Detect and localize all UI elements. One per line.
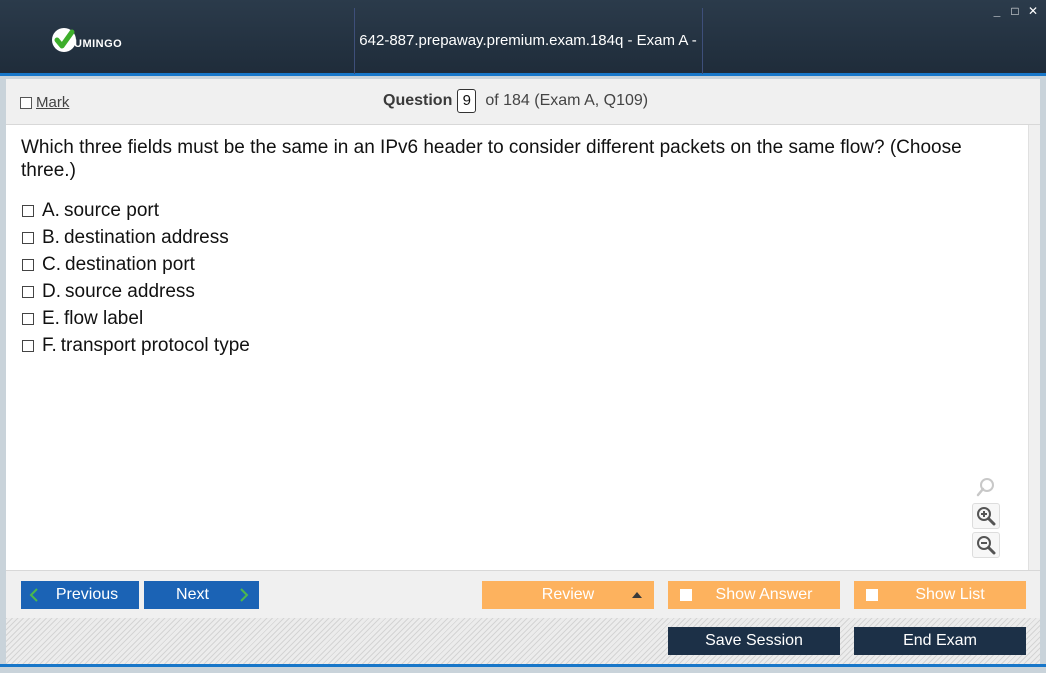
minimize-button[interactable]: _ — [990, 4, 1004, 18]
maximize-button[interactable]: □ — [1008, 4, 1022, 18]
answer-option-a[interactable]: A. source port — [22, 197, 250, 224]
answer-letter: B. — [42, 226, 60, 248]
end-exam-label: End Exam — [903, 632, 977, 649]
window-controls: _ □ ✕ — [990, 4, 1040, 18]
question-text: Which three fields must be the same in a… — [21, 137, 962, 181]
answer-text: source port — [63, 199, 159, 221]
footer-bar: Save Session End Exam — [6, 618, 1040, 664]
question-content: Which three fields must be the same in a… — [6, 125, 1028, 570]
save-session-button[interactable]: Save Session — [668, 627, 840, 655]
vertical-scrollbar[interactable] — [1028, 125, 1040, 570]
show-answer-label: Show Answer — [715, 586, 813, 603]
title-bar: UMINGO 642-887.prepaway.premium.exam.184… — [0, 0, 1046, 131]
window-bottom-border — [0, 664, 1046, 673]
caret-up-icon — [632, 592, 642, 598]
answer-checkbox[interactable] — [22, 312, 34, 325]
window-title: 642-887.prepaway.premium.exam.184q - Exa… — [359, 32, 697, 131]
answer-checkbox[interactable] — [22, 231, 34, 244]
next-label: Next — [176, 586, 209, 603]
question-number-input[interactable]: 9 — [457, 89, 477, 113]
show-answer-checkbox[interactable] — [680, 589, 692, 601]
search-icon — [976, 478, 994, 497]
mark-box[interactable] — [20, 96, 32, 109]
question-word: Question — [383, 92, 453, 109]
mark-checkbox[interactable]: Mark — [20, 94, 69, 111]
chevron-right-icon — [240, 588, 249, 602]
save-session-label: Save Session — [705, 632, 803, 649]
previous-label: Previous — [55, 586, 119, 603]
zoom-in-button[interactable] — [972, 503, 1000, 529]
logo-text: UMINGO — [74, 38, 123, 50]
answer-checkbox[interactable] — [22, 258, 34, 271]
answer-letter: C. — [42, 253, 61, 275]
show-list-checkbox[interactable] — [866, 589, 878, 601]
answer-letter: D. — [42, 280, 61, 302]
question-header: Mark Question 9 of 184 (Exam A, Q109) — [6, 79, 1040, 125]
answer-text: flow label — [63, 307, 144, 329]
app-logo: UMINGO — [50, 26, 122, 54]
zoom-out-icon — [977, 536, 996, 555]
next-button[interactable]: Next — [144, 581, 259, 609]
zoom-out-button[interactable] — [972, 532, 1000, 558]
answer-checkbox[interactable] — [22, 285, 34, 298]
answer-list: A. source port B. destination address C.… — [22, 197, 250, 359]
answer-text: destination address — [63, 226, 229, 248]
show-list-toggle[interactable]: Show List — [854, 581, 1026, 609]
review-dropdown[interactable]: Review — [482, 581, 654, 609]
mark-label: Mark — [36, 94, 70, 111]
answer-letter: E. — [42, 307, 60, 329]
answer-option-c[interactable]: C. destination port — [22, 251, 250, 278]
answer-option-d[interactable]: D. source address — [22, 278, 250, 305]
question-of-text: of 184 (Exam A, Q109) — [485, 92, 649, 109]
show-list-label: Show List — [915, 586, 985, 603]
answer-letter: F. — [42, 334, 57, 356]
zoom-in-icon — [977, 507, 996, 526]
answer-option-f[interactable]: F. transport protocol type — [22, 332, 250, 359]
answer-option-e[interactable]: E. flow label — [22, 305, 250, 332]
review-label: Review — [541, 586, 595, 603]
zoom-controls — [972, 474, 1000, 561]
title-separator — [702, 8, 703, 74]
answer-text: source address — [65, 280, 195, 302]
show-answer-toggle[interactable]: Show Answer — [668, 581, 840, 609]
answer-checkbox[interactable] — [22, 339, 34, 352]
answer-option-b[interactable]: B. destination address — [22, 224, 250, 251]
answer-text: destination port — [65, 253, 195, 275]
navigation-bar: Previous Next Review Show Answer Show Li… — [6, 570, 1040, 618]
close-button[interactable]: ✕ — [1026, 4, 1040, 18]
end-exam-button[interactable]: End Exam — [854, 627, 1026, 655]
answer-checkbox[interactable] — [22, 204, 34, 217]
answer-text: transport protocol type — [60, 334, 250, 356]
zoom-reset-button[interactable] — [972, 474, 1000, 500]
chevron-left-icon — [29, 588, 38, 602]
previous-button[interactable]: Previous — [21, 581, 139, 609]
answer-letter: A. — [42, 199, 60, 221]
question-counter: Question 9 of 184 (Exam A, Q109) — [383, 89, 648, 113]
